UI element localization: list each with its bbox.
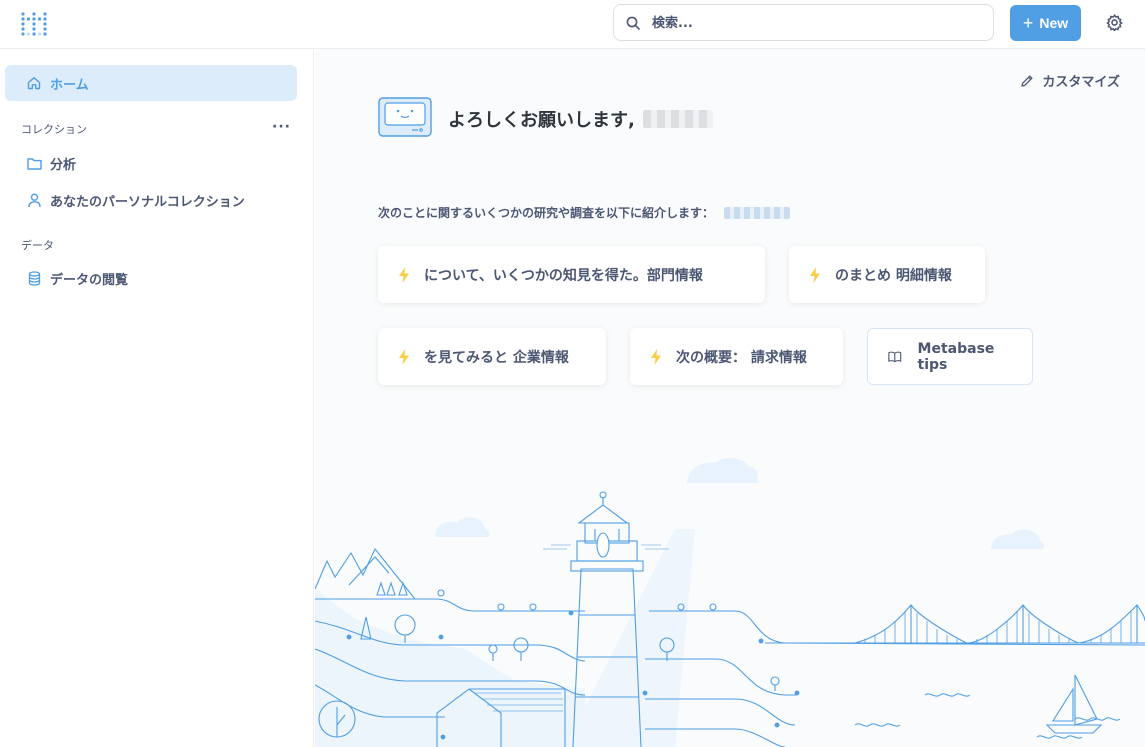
top-navbar: + New [0,0,1145,49]
search-input[interactable] [652,13,972,33]
xray-card-label: のまとめ 明細情報 [835,267,952,284]
plus-icon: + [1022,13,1034,33]
book-icon [888,351,902,362]
xray-card[interactable]: について、いくつかの知見を得た。部門情報 [378,246,765,303]
sidebar-item-label: 分析 [50,157,77,173]
xray-card-label: について、いくつかの知見を得た。部門情報 [424,267,703,284]
bolt-icon [399,348,409,365]
redacted-table-name [724,206,791,219]
redacted-username [642,110,713,128]
greeting-text: よろしくお願いします, [448,110,635,131]
xray-card[interactable]: のまとめ 明細情報 [789,246,985,303]
pencil-icon [1021,74,1033,87]
metabase-tips-card[interactable]: Metabase tips [867,328,1033,385]
xray-intro: 次のことに関するいくつかの研究や調査を以下に紹介します： [378,204,791,221]
lighthouse-illustration [315,458,1145,747]
xray-card[interactable]: 次の概要： 請求情報 [630,328,843,385]
sidebar-item-personal-collection[interactable]: あなたのパーソナルコレクション [5,182,297,218]
search-bar[interactable] [613,4,994,41]
customize-button[interactable]: カスタマイズ [1020,71,1120,90]
sidebar-item-label: ホーム [50,77,89,93]
metabot-icon [378,97,432,137]
bolt-icon [651,348,661,365]
sidebar-item-analysis[interactable]: 分析 [5,145,297,181]
sidebar-item-label: データの閲覧 [50,272,129,288]
sidebar-item-label: あなたのパーソナルコレクション [50,194,245,210]
xray-card[interactable]: を見てみると 企業情報 [378,328,606,385]
new-button[interactable]: + New [1010,5,1081,41]
sidebar: ホーム コレクション ··· 分析 あなたのパーソナルコレクション データ デー… [0,49,314,747]
xray-card-label: 次の概要： 請求情報 [676,349,807,366]
sidebar-item-home[interactable]: ホーム [5,65,297,101]
database-icon [26,270,42,286]
gear-icon[interactable] [1106,14,1123,31]
folder-icon [26,155,42,171]
collections-more-button[interactable]: ··· [272,119,291,135]
metabase-logo-icon[interactable] [20,11,48,37]
greeting: よろしくお願いします, [448,106,713,132]
xray-intro-text: 次のことに関するいくつかの研究や調査を以下に紹介します： [378,206,715,220]
customize-label: カスタマイズ [1042,75,1120,90]
bolt-icon [810,266,820,283]
xray-card-label: を見てみると 企業情報 [424,349,569,366]
new-button-label: New [1039,15,1069,31]
person-icon [26,192,42,208]
bolt-icon [399,266,409,283]
home-main: カスタマイズ よろしくお願いします, 次のことに関するいくつかの研究や調査を以下… [315,49,1145,747]
metabase-tips-label: Metabase tips [917,340,995,373]
sidebar-item-browse-data[interactable]: データの閲覧 [5,260,297,296]
search-icon [626,16,640,30]
data-heading: データ [21,239,54,252]
home-icon [26,75,42,91]
collections-heading: コレクション [21,123,87,136]
